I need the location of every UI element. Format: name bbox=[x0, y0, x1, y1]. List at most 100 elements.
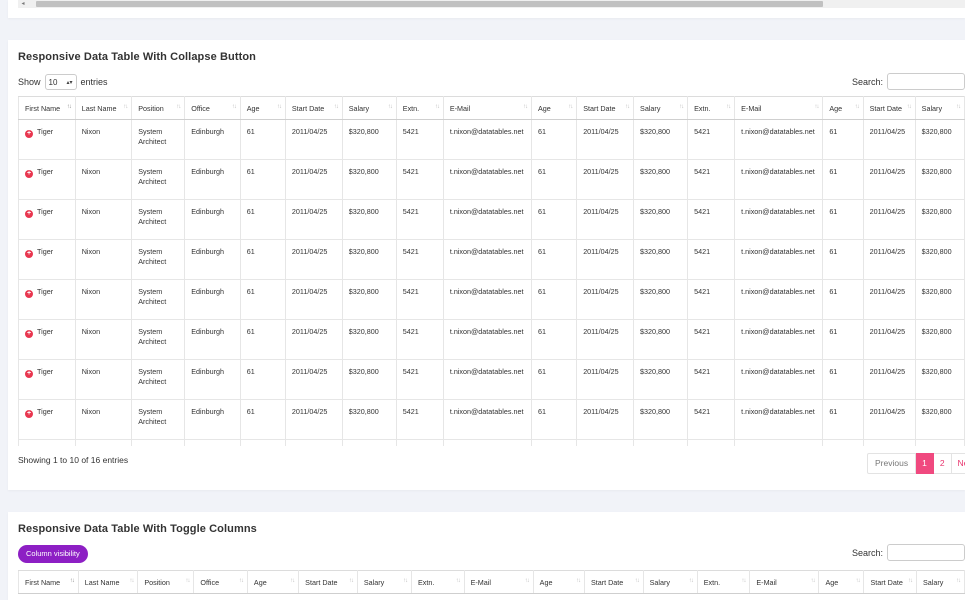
column-header[interactable]: Age ↑↓ bbox=[239, 96, 286, 120]
expand-row-icon[interactable]: + bbox=[25, 410, 33, 418]
table-cell: 5421 bbox=[395, 279, 444, 320]
expand-row-icon[interactable]: + bbox=[25, 330, 33, 338]
column-header[interactable]: Start Date ↑↓ bbox=[284, 96, 343, 120]
cell-text: t.nixon@datatables.net bbox=[741, 327, 815, 336]
cell-text: 5421 bbox=[402, 327, 419, 336]
column-header[interactable]: E-Mail ↑↓ bbox=[442, 96, 533, 120]
cell-text: Edinburgh bbox=[191, 167, 225, 176]
column-header[interactable]: Age ↑↓ bbox=[246, 570, 300, 594]
column-header[interactable]: Extn. ↑↓ bbox=[410, 570, 465, 594]
column-header[interactable]: Extn. ↑↓ bbox=[395, 96, 444, 120]
column-header[interactable]: First Name ↑↓ bbox=[18, 96, 76, 120]
table-row[interactable]: +TigerNixonSystem ArchitectEdinburgh6120… bbox=[18, 199, 965, 240]
expand-row-icon[interactable]: + bbox=[25, 170, 33, 178]
scrollbar-thumb[interactable] bbox=[36, 1, 823, 7]
sort-icon: ↑↓ bbox=[726, 104, 731, 110]
column-header[interactable]: Age ↑↓ bbox=[531, 96, 578, 120]
pagination-previous[interactable]: Previous bbox=[867, 453, 917, 474]
column-header[interactable]: Age ↑↓ bbox=[822, 96, 864, 120]
column-header[interactable]: First Name ↑↓ bbox=[18, 570, 79, 594]
cell-text: 5421 bbox=[694, 167, 711, 176]
cell-text: 61 bbox=[829, 327, 838, 336]
column-header[interactable]: Extn. ↑↓ bbox=[687, 96, 736, 120]
column-header[interactable]: Office ↑↓ bbox=[193, 570, 248, 594]
column-header[interactable]: Salary ↑↓ bbox=[356, 570, 412, 594]
sort-icon: ↑↓ bbox=[906, 104, 912, 110]
cell-text: $320,800 bbox=[640, 127, 671, 136]
search-input[interactable] bbox=[887, 73, 965, 90]
table-cell: Nixon bbox=[74, 239, 133, 280]
table-row[interactable]: +TigerNixonSystem ArchitectEdinburgh6120… bbox=[18, 159, 965, 200]
column-header[interactable]: Position ↑↓ bbox=[131, 96, 186, 120]
sort-icon: ↑↓ bbox=[290, 578, 295, 584]
cell-text: 2011/04/25 bbox=[869, 207, 906, 216]
search-input[interactable] bbox=[887, 544, 965, 561]
cell-text: 5421 bbox=[402, 127, 419, 136]
column-header[interactable]: Age ↑↓ bbox=[532, 570, 585, 594]
column-header-label: Salary bbox=[640, 103, 661, 113]
entries-length-select[interactable]: 10 ▴▾ bbox=[44, 74, 77, 90]
table-row[interactable]: +TigerNixonSystem ArchitectEdinburgh6120… bbox=[18, 399, 965, 440]
column-header[interactable]: Start Date ↑↓ bbox=[583, 570, 644, 594]
table-cell: $320,800 bbox=[633, 239, 689, 280]
table-row[interactable]: +TigerNixonSystem ArchitectEdinburgh6120… bbox=[18, 119, 965, 160]
column-header[interactable]: Last Name ↑↓ bbox=[74, 96, 133, 120]
horizontal-scrollbar[interactable]: ◂ bbox=[18, 0, 965, 8]
cell-text: $320,800 bbox=[348, 287, 379, 296]
table-cell: 5421 bbox=[687, 279, 736, 320]
column-header[interactable]: Start Date ↑↓ bbox=[298, 570, 358, 594]
column-header-label: Extn. bbox=[703, 577, 721, 587]
pagination-page-2[interactable]: 2 bbox=[933, 453, 952, 474]
column-header[interactable]: Extn. ↑↓ bbox=[696, 570, 751, 594]
table-cell: 61 bbox=[822, 239, 864, 280]
expand-row-icon[interactable]: + bbox=[25, 210, 33, 218]
column-header[interactable]: Start Date ↑↓ bbox=[863, 570, 917, 594]
cell-text: 5421 bbox=[402, 367, 419, 376]
cell-text: System Architect bbox=[138, 367, 167, 386]
column-header[interactable]: Salary ↑↓ bbox=[915, 570, 965, 594]
cell-text: 2011/04/25 bbox=[869, 407, 906, 416]
column-header[interactable]: Salary ↑↓ bbox=[633, 96, 689, 120]
table-row[interactable]: +TigerNixonSystem ArchitectEdinburgh6120… bbox=[18, 439, 965, 446]
expand-row-icon[interactable]: + bbox=[25, 250, 33, 258]
column-header[interactable]: E-Mail ↑↓ bbox=[734, 96, 824, 120]
table-row[interactable]: +TigerNixonSystem ArchitectEdinburgh6120… bbox=[18, 319, 965, 360]
cell-text: $320,800 bbox=[348, 367, 379, 376]
cell-text: 2011/04/25 bbox=[583, 247, 619, 256]
column-header[interactable]: Position ↑↓ bbox=[137, 570, 195, 594]
cell-text: t.nixon@datatables.net bbox=[449, 407, 524, 416]
scroll-left-icon[interactable]: ◂ bbox=[18, 0, 28, 8]
table-row[interactable]: +TigerNixonSystem ArchitectEdinburgh6120… bbox=[18, 359, 965, 400]
table-cell: 2011/04/25 bbox=[576, 399, 635, 440]
column-header[interactable]: Start Date ↑↓ bbox=[862, 96, 916, 120]
column-header[interactable]: E-Mail ↑↓ bbox=[749, 570, 820, 594]
expand-row-icon[interactable]: + bbox=[25, 290, 33, 298]
cell-text: Edinburgh bbox=[191, 247, 225, 256]
expand-row-icon[interactable]: + bbox=[25, 130, 33, 138]
pagination-next[interactable]: Next bbox=[951, 453, 965, 474]
sort-icon: ↑↓ bbox=[741, 578, 746, 584]
column-header[interactable]: Office ↑↓ bbox=[184, 96, 241, 120]
cell-text: System Architect bbox=[138, 287, 167, 306]
table-cell: + Tiger bbox=[18, 199, 76, 240]
column-header[interactable]: Salary ↑↓ bbox=[642, 570, 698, 594]
column-header[interactable]: E-Mail ↑↓ bbox=[463, 570, 534, 594]
cell-text: $320,800 bbox=[640, 407, 671, 416]
table-cell: Edinburgh bbox=[184, 199, 241, 240]
table-cell: 2011/04/25 bbox=[862, 119, 916, 160]
column-header[interactable]: Last Name ↑↓ bbox=[77, 570, 139, 594]
column-header[interactable]: Salary ↑↓ bbox=[914, 96, 965, 120]
expand-row-icon[interactable]: + bbox=[25, 370, 33, 378]
column-header[interactable]: Salary ↑↓ bbox=[341, 96, 397, 120]
column-visibility-button[interactable]: Column visibility bbox=[18, 545, 88, 563]
table-cell: 61 bbox=[531, 399, 578, 440]
cell-text: Nixon bbox=[81, 247, 101, 256]
table-cell: $320,800 bbox=[914, 359, 965, 400]
column-header-label: Last Name bbox=[81, 103, 117, 113]
pagination-page-1[interactable]: 1 bbox=[916, 453, 934, 474]
table-cell: t.nixon@datatables.net bbox=[734, 239, 824, 280]
table-row[interactable]: +TigerNixonSystem ArchitectEdinburgh6120… bbox=[18, 279, 965, 320]
column-header[interactable]: Age ↑↓ bbox=[818, 570, 865, 594]
column-header[interactable]: Start Date ↑↓ bbox=[576, 96, 635, 120]
table-row[interactable]: +TigerNixonSystem ArchitectEdinburgh6120… bbox=[18, 239, 965, 280]
